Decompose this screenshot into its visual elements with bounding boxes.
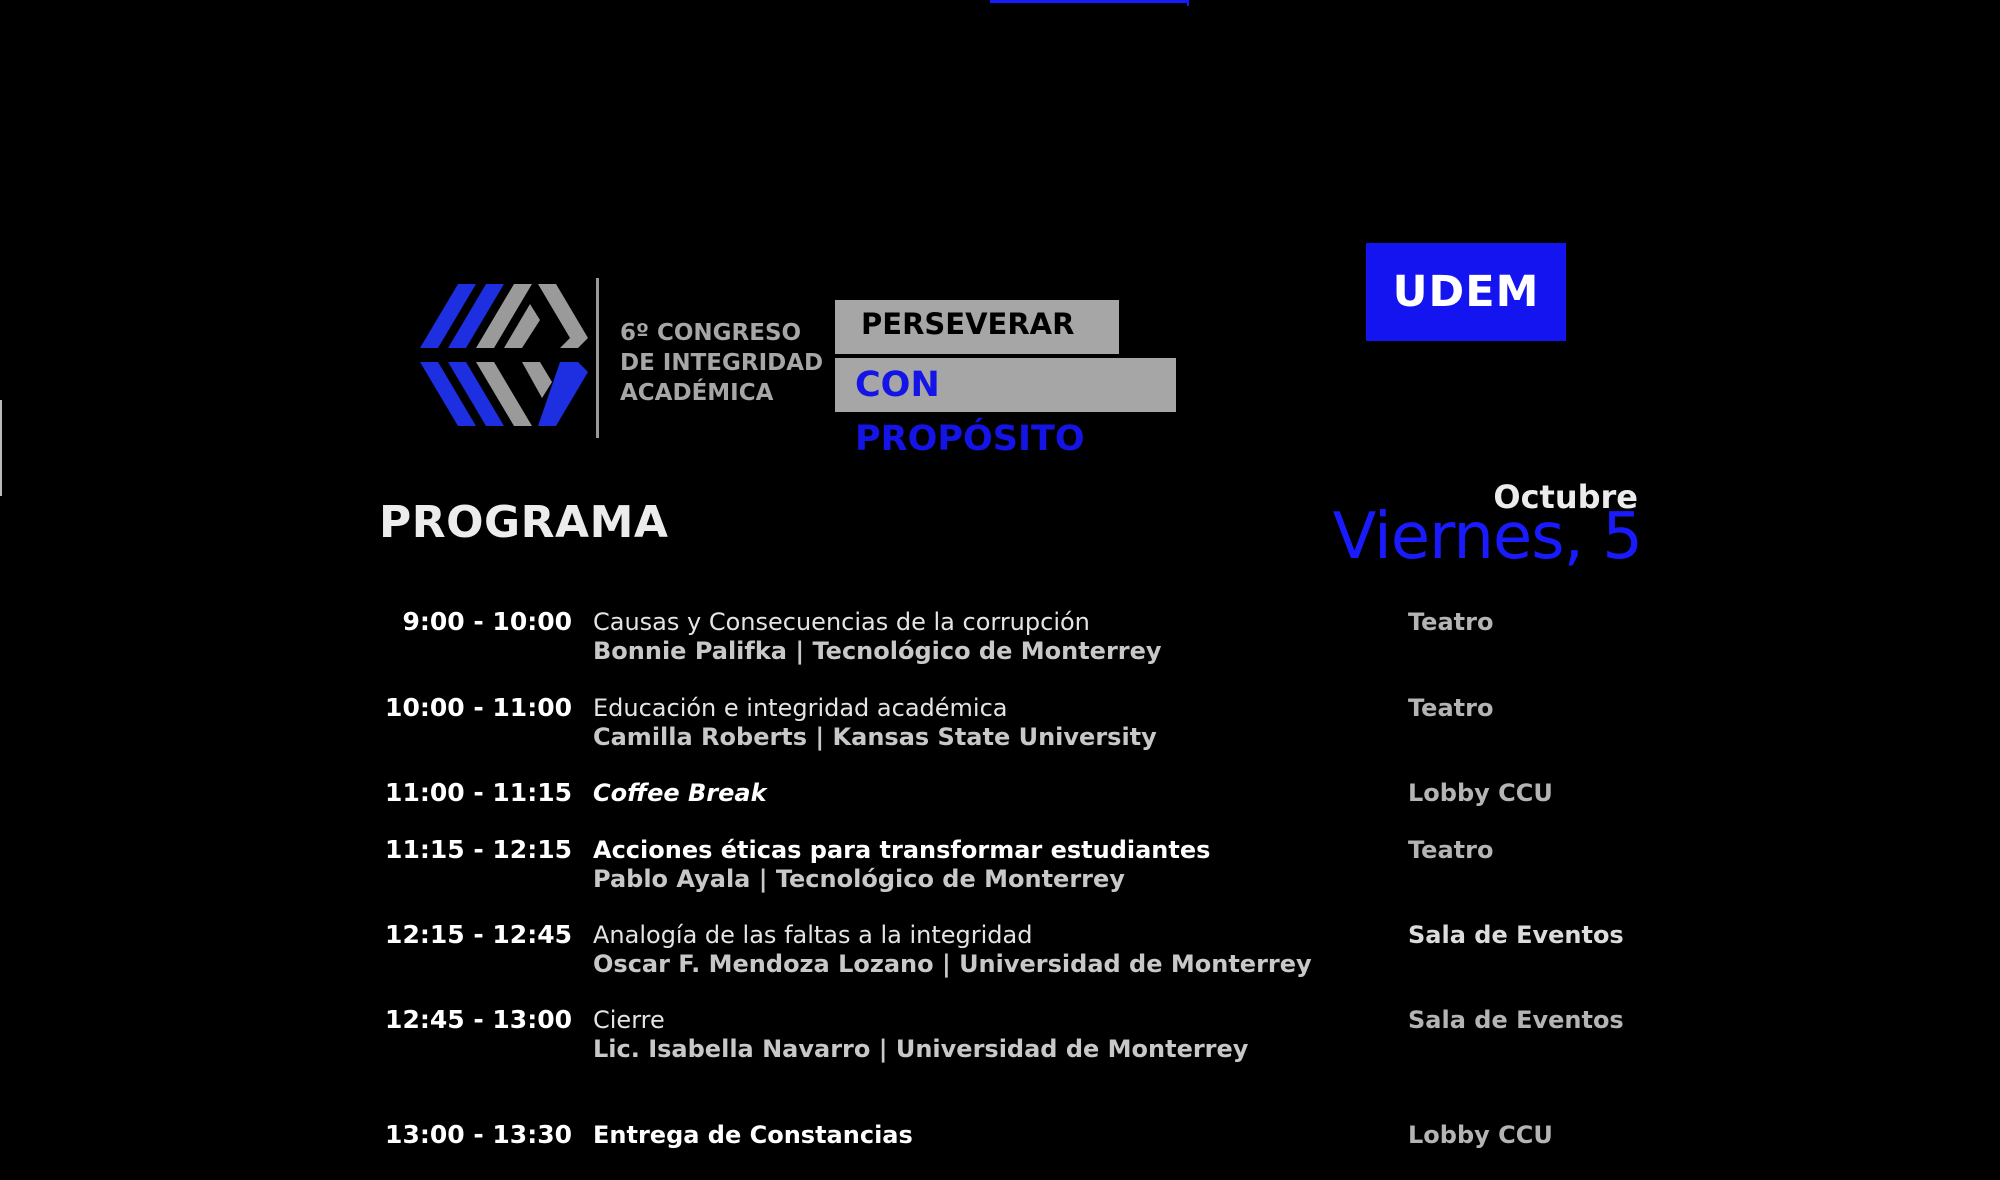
left-edge-mark: [0, 400, 2, 496]
session-title: Causas y Consecuencias de la corrupción: [593, 608, 1090, 636]
session-title: Coffee Break: [593, 779, 767, 807]
session-title: Acciones éticas para transformar estudia…: [593, 836, 1211, 864]
session-speaker: Bonnie Palifka | Tecnológico de Monterre…: [593, 637, 1162, 665]
tagline-perseverar: PERSEVERAR: [835, 300, 1119, 354]
session-speaker: Lic. Isabella Navarro | Universidad de M…: [593, 1035, 1249, 1063]
session-time: 9:00 - 10:00: [402, 607, 572, 636]
session-time: 12:15 - 12:45: [385, 920, 572, 949]
tagline-con-proposito: CON PROPÓSITO: [835, 358, 1176, 459]
udem-logo: UDEM: [1366, 243, 1566, 341]
session-venue: Sala de Eventos: [1408, 921, 1624, 949]
session-title: Cierre: [593, 1006, 665, 1034]
schedule-row: 11:15 - 12:15 Acciones éticas para trans…: [0, 835, 2000, 895]
session-speaker: Camilla Roberts | Kansas State Universit…: [593, 723, 1157, 751]
session-time: 13:00 - 13:30: [385, 1120, 572, 1149]
schedule-row: 12:45 - 13:00 Cierre Lic. Isabella Navar…: [0, 1005, 2000, 1065]
program-title: PROGRAMA: [379, 497, 669, 548]
congress-title: 6º CONGRESO DE INTEGRIDAD ACADÉMICA: [620, 320, 824, 406]
schedule-row: 11:00 - 11:15 Coffee Break Lobby CCU: [0, 778, 2000, 838]
session-speaker: Pablo Ayala | Tecnológico de Monterrey: [593, 865, 1125, 893]
session-time: 10:00 - 11:00: [385, 693, 572, 722]
session-venue: Lobby CCU: [1408, 779, 1553, 807]
session-venue: Lobby CCU: [1408, 1121, 1553, 1149]
session-venue: Teatro: [1408, 694, 1494, 722]
session-title: Analogía de las faltas a la integridad: [593, 921, 1033, 949]
session-venue: Sala de Eventos: [1408, 1006, 1624, 1034]
session-time: 11:00 - 11:15: [385, 778, 572, 807]
top-blue-strip-tick: [1187, 0, 1189, 6]
session-venue: Teatro: [1408, 608, 1494, 636]
session-time: 12:45 - 13:00: [385, 1005, 572, 1034]
date-day: Viernes, 5: [1332, 500, 1643, 574]
logo-divider: [596, 278, 599, 438]
congress-logo-icon: [420, 284, 588, 426]
session-speaker: Oscar F. Mendoza Lozano | Universidad de…: [593, 950, 1312, 978]
schedule-row: 13:00 - 13:30 Entrega de Constancias Lob…: [0, 1120, 2000, 1180]
schedule-row: 9:00 - 10:00 Causas y Consecuencias de l…: [0, 607, 2000, 667]
schedule-row: 10:00 - 11:00 Educación e integridad aca…: [0, 693, 2000, 753]
session-time: 11:15 - 12:15: [385, 835, 572, 864]
top-blue-strip: [990, 0, 1188, 3]
session-title: Entrega de Constancias: [593, 1121, 913, 1149]
schedule-row: 12:15 - 12:45 Analogía de las faltas a l…: [0, 920, 2000, 980]
session-venue: Teatro: [1408, 836, 1494, 864]
session-title: Educación e integridad académica: [593, 694, 1008, 722]
